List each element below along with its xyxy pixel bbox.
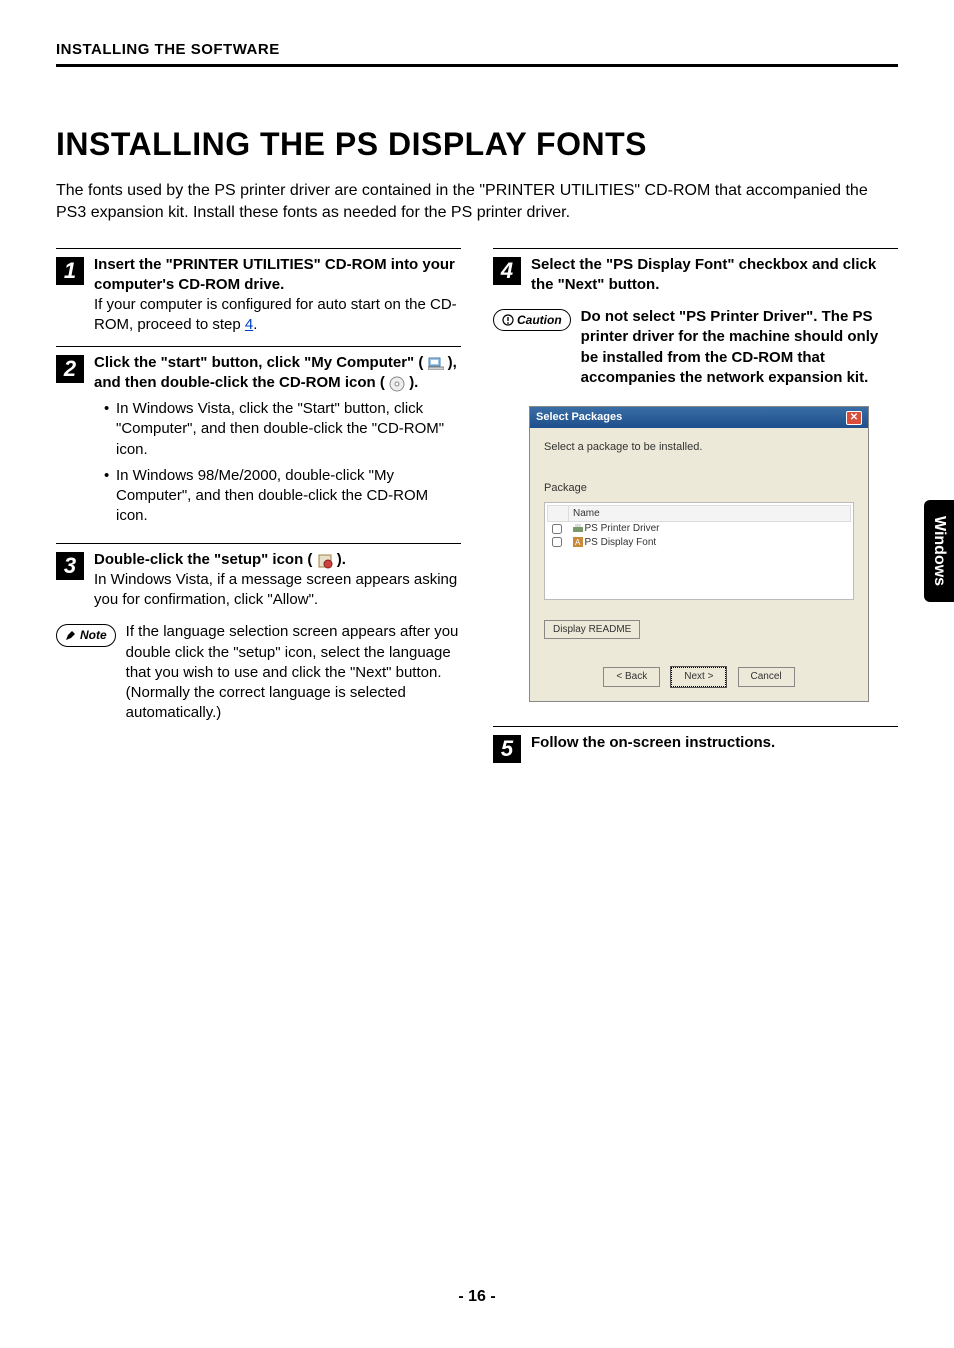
step-number-5: 5 [493,735,521,763]
step-3-heading-b: ). [337,551,346,568]
dialog-prompt: Select a package to be installed. [544,440,854,455]
caution-badge: Caution [493,309,571,331]
cancel-button[interactable]: Cancel [738,667,795,687]
step-2-heading-c: ). [409,374,418,391]
running-header: INSTALLING THE SOFTWARE [56,40,898,60]
back-button[interactable]: < Back [603,667,660,687]
cd-rom-icon [389,376,405,390]
column-name-header: Name [569,505,851,522]
note-text: If the language selection screen appears… [126,622,461,723]
display-font-icon: A [573,537,583,547]
caution-text: Do not select "PS Printer Driver". The P… [581,307,898,388]
printer-driver-icon [573,524,583,534]
step-4: 4 Select the "PS Display Font" checkbox … [493,248,898,296]
dialog-title: Select Packages [536,410,622,425]
next-button[interactable]: Next > [671,667,726,687]
close-icon[interactable]: ✕ [846,411,862,425]
my-computer-icon [428,356,444,370]
step-3: 3 Double-click the "setup" icon ( ). In … [56,543,461,611]
caution-label: Caution [517,312,562,328]
step-2: 2 Click the "start" button, click "My Co… [56,346,461,533]
step-5: 5 Follow the on-screen instructions. [493,726,898,763]
checkbox-ps-display-font[interactable] [552,537,562,547]
step-1-text-a: If your computer is configured for auto … [94,296,457,333]
step-2-bullet-1: In Windows Vista, click the "Start" butt… [104,399,461,460]
step-1-heading: Insert the "PRINTER UTILITIES" CD-ROM in… [94,256,455,293]
page-number: - 16 - [0,1286,954,1308]
step-3-text: In Windows Vista, if a message screen ap… [94,571,457,608]
step-number-2: 2 [56,355,84,383]
package-row-2[interactable]: A PS Display Font [548,536,851,550]
right-column: 4 Select the "PS Display Font" checkbox … [493,248,898,773]
note-block: Note If the language selection screen ap… [56,622,461,723]
step-link-4[interactable]: 4 [245,316,253,333]
note-label: Note [80,627,107,643]
page-title: INSTALLING THE PS DISPLAY FONTS [56,123,898,166]
step-1-text-b: . [253,316,257,333]
screenshot-select-packages: Select Packages ✕ Select a package to be… [529,406,869,702]
dialog-titlebar: Select Packages ✕ [530,407,868,428]
checkbox-ps-printer-driver[interactable] [552,524,562,534]
step-2-heading-a: Click the "start" button, click "My Comp… [94,354,423,371]
step-number-4: 4 [493,257,521,285]
left-column: 1 Insert the "PRINTER UTILITIES" CD-ROM … [56,248,461,773]
step-4-heading: Select the "PS Display Font" checkbox an… [531,256,876,293]
pencil-icon [65,629,77,641]
exclamation-icon [502,314,514,326]
package-2-label: PS Display Font [585,537,657,548]
step-5-heading: Follow the on-screen instructions. [531,734,775,751]
svg-text:A: A [575,538,581,547]
note-badge: Note [56,624,116,646]
setup-icon [317,553,333,567]
step-3-heading-a: Double-click the "setup" icon ( [94,551,312,568]
package-group-label: Package [544,481,854,496]
package-listbox: Name PS Printer Driver A PS Display Font [544,502,854,600]
package-row-1[interactable]: PS Printer Driver [548,522,851,536]
step-1: 1 Insert the "PRINTER UTILITIES" CD-ROM … [56,248,461,336]
intro-paragraph: The fonts used by the PS printer driver … [56,180,898,223]
side-tab-windows: Windows [924,500,954,602]
step-number-3: 3 [56,552,84,580]
step-number-1: 1 [56,257,84,285]
step-2-bullet-2: In Windows 98/Me/2000, double-click "My … [104,466,461,527]
header-rule [56,64,898,67]
package-1-label: PS Printer Driver [585,523,660,534]
display-readme-button[interactable]: Display README [544,620,640,640]
caution-block: Caution Do not select "PS Printer Driver… [493,307,898,388]
